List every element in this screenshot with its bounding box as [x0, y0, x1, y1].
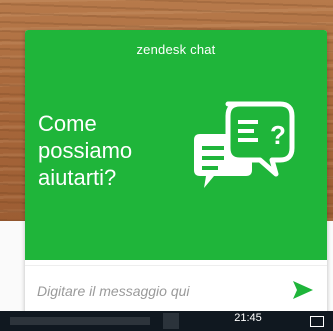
greeting-line: aiutarti? [38, 165, 117, 190]
chat-header: zendesk chat Come possiamo aiutarti? ? [25, 30, 327, 260]
svg-text:?: ? [270, 120, 286, 150]
message-composer [25, 265, 327, 313]
taskbar: 21:45 [0, 311, 333, 331]
send-arrow-icon [293, 281, 313, 299]
taskbar-clock[interactable]: 21:45 [226, 311, 270, 325]
show-hidden-icons-button[interactable] [163, 313, 179, 329]
greeting-line: possiamo [38, 138, 133, 163]
send-button[interactable] [291, 278, 315, 302]
chat-bubbles-icon: ? [194, 101, 295, 188]
chat-widget: zendesk chat Come possiamo aiutarti? ? [25, 30, 327, 313]
greeting-line: Come [38, 111, 97, 136]
brand-label: zendesk chat [136, 42, 216, 57]
taskbar-faded-area [10, 317, 150, 325]
message-input[interactable] [35, 278, 279, 304]
greeting-text: Come possiamo aiutarti? [38, 110, 188, 191]
notification-icon[interactable] [310, 316, 324, 327]
